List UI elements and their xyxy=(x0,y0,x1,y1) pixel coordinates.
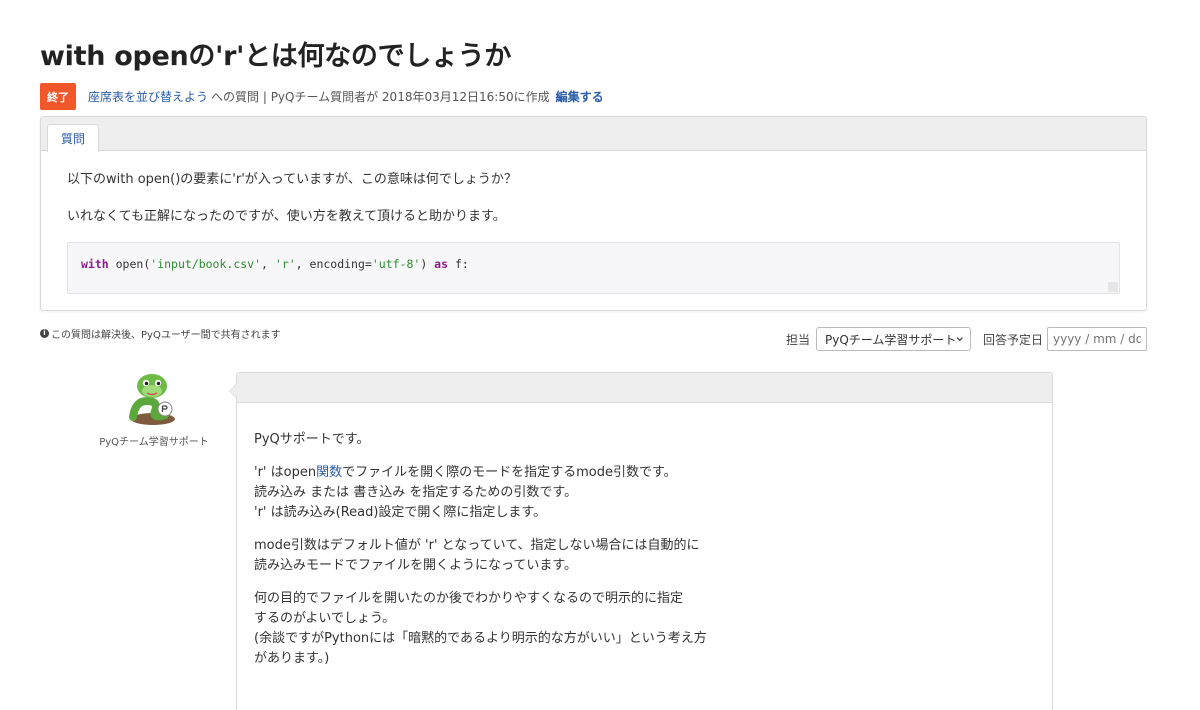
code-string: 'utf-8' xyxy=(371,257,421,271)
due-date-input[interactable] xyxy=(1047,327,1147,351)
code-block: with open('input/book.csv', 'r', encodin… xyxy=(67,242,1120,294)
answer-line: があります。) xyxy=(254,651,330,666)
answer-author: PyQチーム学習サポート xyxy=(99,437,209,448)
assignee-select[interactable]: PyQチーム学習サポート xyxy=(815,327,971,351)
chevron-down-icon xyxy=(957,337,964,342)
answer-line: 'r' はopen関数でファイルを開く際のモードを指定するmode引数です。 xyxy=(254,463,1035,483)
code-text: open( xyxy=(108,257,151,271)
question-panel: 質問 以下のwith open()の要素に'r'が入っていますが、この意味は何で… xyxy=(40,116,1147,311)
meta-text: への質問 | PyQチーム質問者が 2018年03月12日16:50に作成 xyxy=(211,90,550,104)
assignee-selected: PyQチーム学習サポート xyxy=(824,332,957,347)
code-resize-handle[interactable] xyxy=(1108,282,1118,292)
share-note: i この質問は解決後、PyQユーザー間で共有されます xyxy=(40,326,281,341)
code-text: , xyxy=(261,257,275,271)
question-meta: 終了 座席表を並び替えよう への質問 | PyQチーム質問者が 2018年03月… xyxy=(40,83,604,110)
due-date-label: 回答予定日 xyxy=(982,332,1043,347)
answer-line: 読み込み または 書き込み を指定するための引数です。 xyxy=(254,485,578,500)
question-line: いれなくても正解になったのですが、使い方を教えて頂けると助かります。 xyxy=(67,209,506,224)
edit-link[interactable]: 編集する xyxy=(556,88,604,105)
answer-panel: PyQサポートです。 'r' はopen関数でファイルを開く際のモードを指定する… xyxy=(229,372,1053,710)
question-tabbar: 質問 xyxy=(41,117,1146,152)
code-text: ) xyxy=(420,257,435,271)
answer-line: (余談ですがPythonには「暗黙的であるより明示的な方がいい」という考え方 xyxy=(254,631,707,646)
answer-header xyxy=(237,373,1052,403)
question-body: 以下のwith open()の要素に'r'が入っていますが、この意味は何でしょう… xyxy=(41,151,1146,226)
answer-paragraph: PyQサポートです。 xyxy=(254,430,1035,450)
answer-line: PyQサポートです。 xyxy=(254,432,370,447)
share-note-text: この質問は解決後、PyQユーザー間で共有されます xyxy=(51,330,281,341)
code-string: 'input/book.csv' xyxy=(150,257,262,271)
assignee-label: 担当 xyxy=(785,332,810,347)
code-text: , encoding= xyxy=(295,257,372,271)
question-line: 以下のwith open()の要素に'r'が入っていますが、この意味は何でしょう… xyxy=(67,172,517,187)
assign-row: 担当 PyQチーム学習サポート 回答予定日 xyxy=(786,327,1147,351)
answer-line: 何の目的でファイルを開いたのか後でわかりやすくなるので明示的に指定 xyxy=(254,591,684,606)
answer-paragraph: mode引数はデフォルト値が 'r' となっていて、指定しない場合には自動的に … xyxy=(254,536,1035,576)
info-icon: i xyxy=(40,329,49,338)
tab-question[interactable]: 質問 xyxy=(47,124,99,152)
answer-line: 読み込みモードでファイルを開くようになっています。 xyxy=(254,558,578,573)
answer-line: mode引数はデフォルト値が 'r' となっていて、指定しない場合には自動的に xyxy=(254,538,700,553)
answer-text: でファイルを開く際のモードを指定するmode引数です。 xyxy=(342,465,677,480)
code-text: f: xyxy=(448,257,469,271)
code-string: 'r' xyxy=(274,257,296,271)
function-link[interactable]: 関数 xyxy=(316,465,342,480)
page-title: with openの'r'とは何なのでしょうか xyxy=(40,41,512,72)
answer-line: するのがよいでしょう。 xyxy=(254,611,396,626)
answer-body: PyQサポートです。 'r' はopen関数でファイルを開く際のモードを指定する… xyxy=(237,403,1052,669)
answer-paragraph: 何の目的でファイルを開いたのか後でわかりやすくなるので明示的に指定 するのがよい… xyxy=(254,589,1035,669)
answer-paragraph: 'r' はopen関数でファイルを開く際のモードを指定するmode引数です。 読… xyxy=(254,463,1035,523)
course-link[interactable]: 座席表を並び替えよう xyxy=(88,88,208,105)
avatar xyxy=(129,374,175,425)
status-badge: 終了 xyxy=(40,83,76,110)
code-keyword: as xyxy=(434,257,449,271)
answer-line: 'r' は読み込み(Read)設定で開く際に指定します。 xyxy=(254,505,547,520)
code-keyword: with xyxy=(81,257,109,271)
answer-text: 'r' はopen xyxy=(254,465,317,480)
